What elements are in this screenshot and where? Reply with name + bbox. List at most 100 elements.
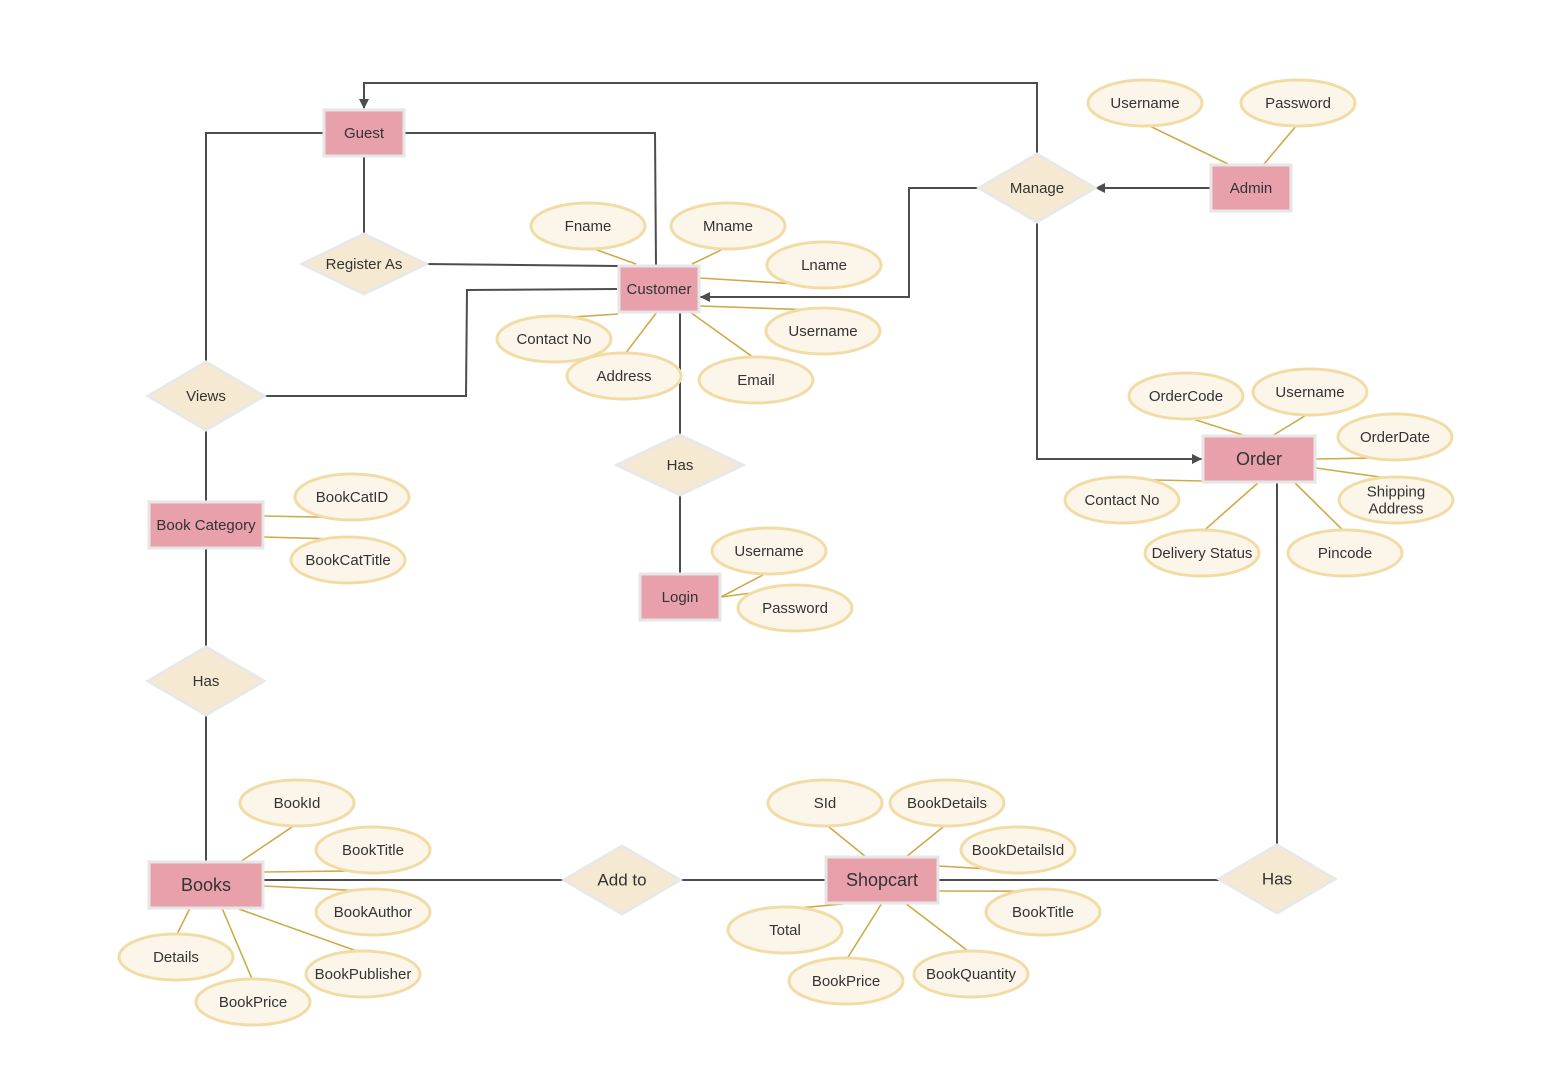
attribute-books-details-link	[175, 907, 191, 937]
connector-manage-customer-arrowhead-icon	[700, 292, 710, 302]
attribute-customer-mname[interactable]: Mname	[669, 201, 787, 251]
relationship-manage-label: Manage	[1010, 180, 1064, 197]
attribute-book-category-bookcattitle-label: BookCatTitle	[305, 552, 390, 569]
attribute-book-category-bookcatid[interactable]: BookCatID	[293, 472, 411, 522]
relationship-add-to[interactable]: Add to	[561, 844, 683, 916]
attribute-order-pincode[interactable]: Pincode	[1286, 528, 1404, 578]
attribute-customer-address-label: Address	[596, 368, 651, 385]
attribute-order-pincode-label: Pincode	[1318, 545, 1372, 562]
attribute-customer-mname-label: Mname	[703, 218, 753, 235]
relationship-manage[interactable]: Manage	[976, 152, 1098, 224]
entity-login-label: Login	[662, 589, 699, 606]
entity-book-category[interactable]: Book Category	[147, 500, 265, 550]
attribute-customer-email[interactable]: Email	[697, 355, 815, 405]
attribute-books-bookid-link	[239, 823, 298, 863]
attribute-order-shipping-address-label-line: Shipping	[1367, 483, 1425, 500]
attribute-order-delivery-status-label: Delivery Status	[1152, 545, 1253, 562]
relationship-customer-has-login-label: Has	[667, 457, 694, 474]
er-diagram: Fname Mname Lname Username Email Address Conta…	[117, 78, 1455, 1027]
attribute-books-bookprice-label: BookPrice	[219, 994, 287, 1011]
connector-register-customer	[425, 263, 619, 267]
attribute-customer-contact-no-label: Contact No	[516, 331, 591, 348]
entity-shopcart-label: Shopcart	[846, 870, 918, 890]
attribute-customer-lname[interactable]: Lname	[765, 240, 883, 290]
relationship-shopcart-has-order[interactable]: Has	[1216, 843, 1338, 915]
connector-guest-views	[205, 132, 324, 362]
attribute-customer-fname[interactable]: Fname	[529, 201, 647, 251]
attribute-shopcart-sid[interactable]: SId	[766, 778, 884, 828]
relationship-customer-has-login[interactable]: Has	[613, 433, 747, 497]
attribute-customer-email-link	[689, 311, 757, 360]
attribute-books-booktitle[interactable]: BookTitle	[314, 825, 432, 875]
entity-order-label: Order	[1236, 449, 1282, 469]
entity-admin[interactable]: Admin	[1209, 163, 1293, 213]
attribute-shopcart-bookprice-link	[845, 902, 883, 961]
attribute-login-username[interactable]: Username	[710, 526, 828, 576]
attribute-books-details-label: Details	[153, 949, 199, 966]
attribute-books-details[interactable]: Details	[117, 932, 235, 982]
attribute-shopcart-bookprice[interactable]: BookPrice	[787, 956, 905, 1006]
attribute-order-delivery-status-link	[1201, 481, 1260, 533]
relationship-views[interactable]: Views	[145, 360, 267, 432]
attribute-shopcart-bookdetailsid[interactable]: BookDetailsId	[959, 825, 1077, 875]
entity-order[interactable]: Order	[1201, 434, 1317, 484]
attribute-books-bookpublisher-label: BookPublisher	[315, 966, 412, 983]
attribute-books-bookprice[interactable]: BookPrice	[194, 977, 312, 1027]
attribute-book-category-bookcattitle[interactable]: BookCatTitle	[289, 535, 407, 585]
entity-books-label: Books	[181, 875, 231, 895]
connector-manage-order	[1036, 222, 1202, 460]
attribute-shopcart-bookdetails[interactable]: BookDetails	[888, 778, 1006, 828]
entity-login[interactable]: Login	[638, 572, 722, 622]
relationship-category-has-books[interactable]: Has	[145, 645, 267, 717]
attribute-books-bookid-label: BookId	[274, 795, 321, 812]
attribute-order-username-label: Username	[1275, 384, 1344, 401]
attribute-order-orderdate[interactable]: OrderDate	[1336, 412, 1454, 462]
attribute-shopcart-bookprice-label: BookPrice	[812, 973, 880, 990]
attribute-customer-username[interactable]: Username	[764, 306, 882, 356]
attribute-order-username[interactable]: Username	[1251, 367, 1369, 417]
entity-book-category-label: Book Category	[156, 517, 256, 534]
entity-books[interactable]: Books	[147, 860, 265, 910]
attribute-order-contact-no[interactable]: Contact No	[1063, 475, 1181, 525]
relationship-add-to-label: Add to	[597, 870, 646, 889]
attribute-order-orderdate-label: OrderDate	[1360, 429, 1430, 446]
entity-guest-label: Guest	[344, 125, 385, 142]
attribute-admin-password[interactable]: Password	[1239, 78, 1357, 128]
attribute-login-password[interactable]: Password	[736, 583, 854, 633]
attribute-customer-contact-no[interactable]: Contact No	[495, 314, 613, 364]
connector-manage-guest	[363, 82, 1038, 154]
shapes-layer: Fname Mname Lname Username Email Address Conta…	[117, 78, 1455, 1027]
attribute-admin-username-link	[1144, 122, 1229, 165]
attribute-order-pincode-link	[1293, 481, 1346, 533]
attribute-admin-username-label: Username	[1110, 95, 1179, 112]
attribute-order-delivery-status[interactable]: Delivery Status	[1143, 528, 1261, 578]
attribute-order-contact-no-label: Contact No	[1084, 492, 1159, 509]
attribute-admin-username[interactable]: Username	[1086, 78, 1204, 128]
attribute-shopcart-booktitle[interactable]: BookTitle	[984, 887, 1102, 937]
attribute-customer-address-link	[623, 311, 658, 356]
attribute-shopcart-bookquantity-link	[904, 902, 972, 954]
relationship-shopcart-has-order-label: Has	[1262, 869, 1292, 888]
attribute-customer-email-label: Email	[737, 372, 775, 389]
entity-customer[interactable]: Customer	[617, 264, 701, 314]
attribute-books-bookauthor-label: BookAuthor	[334, 904, 412, 921]
entity-shopcart[interactable]: Shopcart	[824, 855, 940, 905]
attribute-books-bookauthor[interactable]: BookAuthor	[314, 887, 432, 937]
relationship-register-as[interactable]: Register As	[298, 232, 430, 296]
attribute-shopcart-bookdetails-link	[905, 823, 948, 858]
attribute-order-ordercode[interactable]: OrderCode	[1127, 371, 1245, 421]
relationship-views-label: Views	[186, 388, 226, 405]
entity-customer-label: Customer	[626, 281, 691, 298]
attribute-order-shipping-address[interactable]: ShippingAddress	[1337, 475, 1455, 525]
attribute-shopcart-sid-link	[824, 823, 867, 858]
attribute-customer-fname-label: Fname	[565, 218, 612, 235]
connector-manage-guest-arrowhead-icon	[359, 99, 369, 109]
attribute-shopcart-total[interactable]: Total	[726, 905, 844, 955]
attribute-customer-lname-label: Lname	[801, 257, 847, 274]
attribute-shopcart-bookquantity[interactable]: BookQuantity	[912, 949, 1030, 999]
attribute-books-bookid[interactable]: BookId	[238, 778, 356, 828]
entity-guest[interactable]: Guest	[322, 108, 406, 158]
relationship-category-has-books-label: Has	[193, 673, 220, 690]
attribute-books-bookpublisher[interactable]: BookPublisher	[304, 949, 422, 999]
attribute-shopcart-booktitle-label: BookTitle	[1012, 904, 1074, 921]
